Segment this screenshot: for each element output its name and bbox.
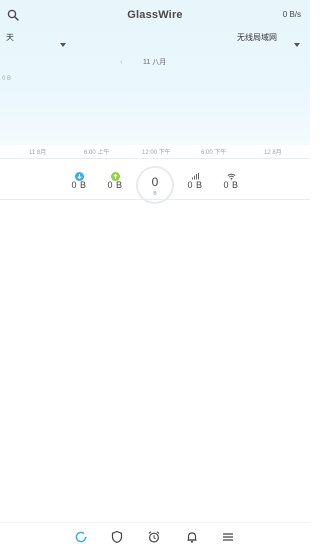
dial-value: 0 <box>151 175 159 189</box>
app-title: GlassWire <box>127 9 183 21</box>
date-navigator: ‹ 11 八月 <box>0 56 310 68</box>
chevron-left-icon[interactable]: ‹ <box>120 57 123 66</box>
timeline-tick: 6:00 下午 <box>201 150 227 156</box>
timeline-tick: 11 8月 <box>29 150 47 156</box>
network-select[interactable]: 无线局域网 <box>237 32 277 43</box>
dial-unit: B <box>153 191 157 197</box>
wifi-stat: 0 B <box>219 168 243 190</box>
chevron-down-icon[interactable] <box>294 34 300 47</box>
graph-icon[interactable] <box>74 530 88 544</box>
graph-area: GlassWire 0 B/s 天 无线局域网 ‹ 11 八月 0 B <box>0 0 310 145</box>
current-rate: 0 B/s <box>282 10 301 19</box>
wifi-value: 0 B <box>223 180 239 190</box>
download-icon <box>74 168 84 181</box>
mobile-value: 0 B <box>187 180 203 190</box>
timeline-tick: 12 8月 <box>264 150 282 156</box>
filter-row: 天 无线局域网 <box>0 30 310 47</box>
divider <box>0 199 310 200</box>
shield-icon[interactable] <box>110 530 124 544</box>
bell-icon[interactable] <box>185 530 199 544</box>
bottom-nav <box>0 522 310 550</box>
mobile-stat: 0 B <box>183 168 207 190</box>
mobile-data-icon <box>191 168 200 180</box>
app-header: GlassWire 0 B/s <box>0 0 310 30</box>
upload-value: 0 B <box>107 180 123 190</box>
alarm-icon[interactable] <box>147 530 161 544</box>
divider <box>0 158 310 159</box>
period-select[interactable]: 天 <box>6 32 14 43</box>
download-stat: 0 B <box>67 168 91 190</box>
download-value: 0 B <box>71 180 87 190</box>
upload-stat: 0 B <box>103 168 127 190</box>
menu-icon[interactable] <box>221 530 235 544</box>
graph-y-label: 0 B <box>2 76 12 82</box>
wifi-icon <box>227 168 236 180</box>
timeline-axis: 11 8月 6:00 上午 12:00 下午 6:00 下午 12 8月 <box>0 145 310 157</box>
current-date: 11 八月 <box>143 59 167 66</box>
timeline-tick: 6:00 上午 <box>84 150 110 156</box>
upload-icon <box>110 168 120 181</box>
timeline-tick: 12:00 下午 <box>142 150 171 156</box>
chevron-down-icon[interactable] <box>60 34 66 47</box>
